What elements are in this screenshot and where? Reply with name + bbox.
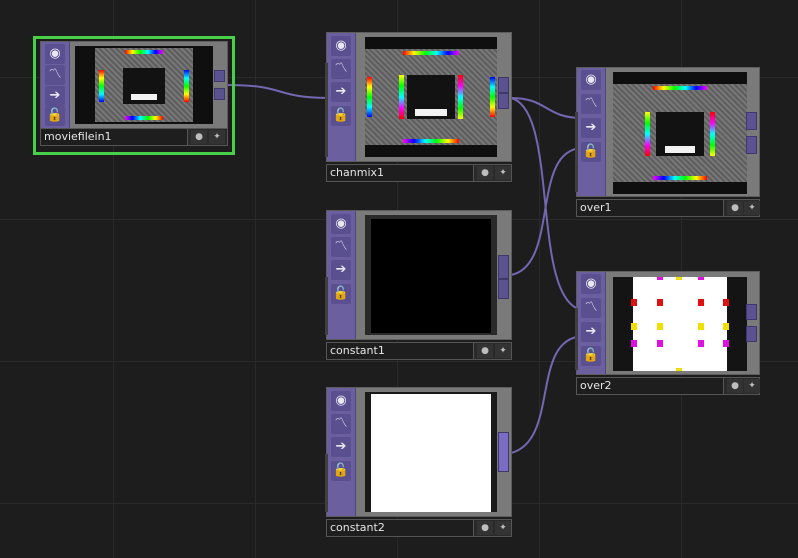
node-footer: constant1 ● ✦ xyxy=(326,342,512,360)
display-icon[interactable]: ➔ xyxy=(45,86,65,106)
output-connector[interactable] xyxy=(746,304,757,320)
node-moviefilein1[interactable]: ◉ 〽 ➔ 🔓 moviefilein1 ● ✦ xyxy=(40,41,228,147)
node-preview xyxy=(365,215,497,335)
pin-icon[interactable]: ✦ xyxy=(209,130,225,144)
display-icon[interactable]: ➔ xyxy=(331,82,351,102)
bypass-icon[interactable]: 〽 xyxy=(331,237,351,257)
lock-icon[interactable]: 🔓 xyxy=(581,346,601,366)
node-control-strip: ◉ 〽 ➔ 🔓 xyxy=(327,33,356,161)
node-footer: over1 ● ✦ xyxy=(576,199,760,217)
clone-icon[interactable]: ● xyxy=(477,166,493,180)
node-control-strip: ◉ 〽 ➔ 🔓 xyxy=(327,388,356,516)
display-icon[interactable]: ➔ xyxy=(331,437,351,457)
node-name-label[interactable]: over1 xyxy=(577,200,724,216)
lock-icon[interactable]: 🔓 xyxy=(331,284,351,304)
bypass-icon[interactable]: 〽 xyxy=(45,65,65,85)
output-connector[interactable] xyxy=(498,77,509,93)
node-chanmix1[interactable]: ◉ 〽 ➔ 🔓 chanmix1 ● ✦ xyxy=(325,32,512,182)
output-connector[interactable] xyxy=(498,93,509,109)
node-preview xyxy=(365,37,497,157)
node-control-strip: ◉ 〽 ➔ 🔓 xyxy=(577,68,606,196)
output-connector[interactable] xyxy=(498,432,509,472)
lock-icon[interactable]: 🔓 xyxy=(331,461,351,481)
bypass-icon[interactable]: 〽 xyxy=(331,414,351,434)
input-connector[interactable] xyxy=(575,112,578,192)
pin-icon[interactable]: ✦ xyxy=(495,344,511,358)
node-constant2[interactable]: ◉ 〽 ➔ 🔓 constant2 ● ✦ xyxy=(325,387,512,537)
node-preview xyxy=(613,72,747,194)
node-control-strip: ◉ 〽 ➔ 🔓 xyxy=(41,42,70,128)
viewer-icon[interactable]: ◉ xyxy=(45,44,65,64)
wire-chanmix1-over2 xyxy=(510,97,583,311)
lock-icon[interactable]: 🔓 xyxy=(45,106,65,126)
node-footer: over2 ● ✦ xyxy=(576,377,760,395)
node-body[interactable]: ◉ 〽 ➔ 🔓 xyxy=(325,210,512,340)
node-body[interactable]: ◉ 〽 ➔ 🔓 xyxy=(575,67,760,197)
bypass-icon[interactable]: 〽 xyxy=(331,59,351,79)
node-preview xyxy=(75,46,213,124)
node-preview xyxy=(613,277,747,371)
wire-constant2-over2 xyxy=(510,335,583,454)
node-body[interactable]: ◉ 〽 ➔ 🔓 xyxy=(575,271,760,375)
output-connector[interactable] xyxy=(214,70,225,82)
lock-icon[interactable]: 🔓 xyxy=(581,142,601,162)
output-connector[interactable] xyxy=(214,88,225,100)
node-name-label[interactable]: moviefilein1 xyxy=(41,129,188,145)
pin-icon[interactable]: ✦ xyxy=(744,201,760,215)
input-connector[interactable] xyxy=(325,454,328,512)
clone-icon[interactable]: ● xyxy=(727,201,743,215)
node-over1[interactable]: ◉ 〽 ➔ 🔓 over1 ● ✦ xyxy=(575,67,760,217)
input-connector[interactable] xyxy=(575,308,578,370)
node-name-label[interactable]: over2 xyxy=(577,378,724,394)
output-connector[interactable] xyxy=(746,112,757,130)
clone-icon[interactable]: ● xyxy=(727,379,743,393)
output-connector[interactable] xyxy=(746,136,757,154)
clone-icon[interactable]: ● xyxy=(477,521,493,535)
node-name-label[interactable]: constant2 xyxy=(327,520,474,536)
node-body[interactable]: ◉ 〽 ➔ 🔓 xyxy=(325,387,512,517)
node-footer: constant2 ● ✦ xyxy=(326,519,512,537)
node-control-strip: ◉ 〽 ➔ 🔓 xyxy=(327,211,356,339)
wire-constant1-over1 xyxy=(510,147,583,276)
input-connector[interactable] xyxy=(325,277,328,335)
viewer-icon[interactable]: ◉ xyxy=(331,391,351,411)
output-connector[interactable] xyxy=(498,279,509,299)
node-control-strip: ◉ 〽 ➔ 🔓 xyxy=(577,272,606,374)
node-name-label[interactable]: chanmix1 xyxy=(327,165,474,181)
clone-icon[interactable]: ● xyxy=(191,130,207,144)
node-name-label[interactable]: constant1 xyxy=(327,343,474,359)
node-over2[interactable]: ◉ 〽 ➔ 🔓 over2 ● ✦ xyxy=(575,271,760,395)
viewer-icon[interactable]: ◉ xyxy=(331,214,351,234)
wire-chanmix1-over1 xyxy=(510,97,583,119)
clone-icon[interactable]: ● xyxy=(477,344,493,358)
display-icon[interactable]: ➔ xyxy=(581,322,601,342)
viewer-icon[interactable]: ◉ xyxy=(581,274,601,294)
bypass-icon[interactable]: 〽 xyxy=(581,298,601,318)
output-connector[interactable] xyxy=(746,326,757,342)
pin-icon[interactable]: ✦ xyxy=(495,166,511,180)
node-body[interactable]: ◉ 〽 ➔ 🔓 xyxy=(325,32,512,162)
input-connector[interactable] xyxy=(325,63,328,157)
node-body[interactable]: ◉ 〽 ➔ 🔓 xyxy=(40,41,228,129)
node-preview xyxy=(365,392,497,512)
node-constant1[interactable]: ◉ 〽 ➔ 🔓 constant1 ● ✦ xyxy=(325,210,512,360)
display-icon[interactable]: ➔ xyxy=(581,118,601,138)
display-icon[interactable]: ➔ xyxy=(331,260,351,280)
node-footer: moviefilein1 ● ✦ xyxy=(40,128,228,146)
pin-icon[interactable]: ✦ xyxy=(744,379,760,393)
lock-icon[interactable]: 🔓 xyxy=(331,106,351,126)
viewer-icon[interactable]: ◉ xyxy=(331,36,351,56)
output-connector[interactable] xyxy=(498,255,509,279)
node-footer: chanmix1 ● ✦ xyxy=(326,164,512,182)
viewer-icon[interactable]: ◉ xyxy=(581,70,601,90)
bypass-icon[interactable]: 〽 xyxy=(581,94,601,114)
wire-moviefilein1-chanmix1 xyxy=(225,84,335,99)
pin-icon[interactable]: ✦ xyxy=(495,521,511,535)
